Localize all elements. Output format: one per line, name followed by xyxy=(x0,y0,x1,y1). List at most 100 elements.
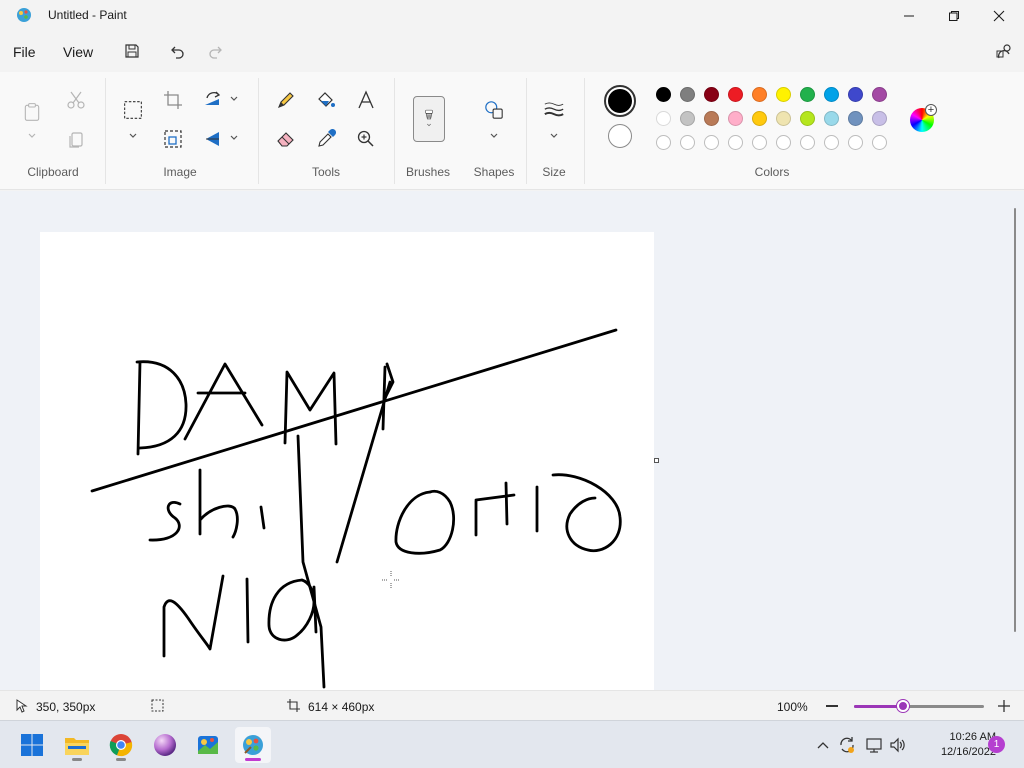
color-swatch[interactable] xyxy=(800,111,815,126)
brushes-button[interactable] xyxy=(413,96,445,142)
status-bar: 350, 350px 614 × 460px 100% xyxy=(0,690,1024,720)
redo-button[interactable] xyxy=(205,40,227,62)
color-swatch[interactable] xyxy=(776,87,791,102)
title-bar: Untitled - Paint xyxy=(0,0,1024,32)
text-button[interactable] xyxy=(354,88,378,112)
color-picker-button[interactable] xyxy=(314,127,338,151)
sync-tray-button[interactable] xyxy=(838,736,856,754)
custom-color-slot[interactable] xyxy=(728,135,743,150)
size-chevron-down-icon[interactable] xyxy=(549,132,559,140)
color-swatch[interactable] xyxy=(848,87,863,102)
volume-tray-button[interactable] xyxy=(889,736,907,754)
color-swatch[interactable] xyxy=(752,87,767,102)
color-swatch[interactable] xyxy=(680,111,695,126)
custom-color-slot[interactable] xyxy=(824,135,839,150)
resize-button[interactable] xyxy=(161,127,185,151)
view-menu[interactable]: View xyxy=(63,44,93,60)
zoom-percentage[interactable]: 100% xyxy=(777,700,808,714)
flip-chevron-down-icon[interactable] xyxy=(229,134,239,142)
close-button[interactable] xyxy=(976,0,1022,32)
show-hidden-icons-button[interactable] xyxy=(814,736,832,754)
color-swatch[interactable] xyxy=(656,111,671,126)
shapes-chevron-down-icon[interactable] xyxy=(489,132,499,140)
taskbar-paint[interactable] xyxy=(235,727,271,763)
color-swatch[interactable] xyxy=(824,111,839,126)
color-swatch[interactable] xyxy=(656,87,671,102)
rotate-button[interactable] xyxy=(201,88,225,112)
zoom-slider[interactable] xyxy=(854,700,984,712)
color-swatch[interactable] xyxy=(728,87,743,102)
crop-button[interactable] xyxy=(161,88,185,112)
chevron-up-icon xyxy=(817,742,829,749)
notification-badge[interactable]: 1 xyxy=(988,736,1005,753)
share-button[interactable] xyxy=(993,40,1015,62)
eraser-button[interactable] xyxy=(274,127,298,151)
custom-color-slot[interactable] xyxy=(680,135,695,150)
primary-color-swatch xyxy=(608,89,632,113)
color-swatch[interactable] xyxy=(776,111,791,126)
network-tray-button[interactable] xyxy=(865,736,883,754)
color-swatch[interactable] xyxy=(752,111,767,126)
custom-color-slot[interactable] xyxy=(872,135,887,150)
cut-button[interactable] xyxy=(64,88,88,112)
taskbar-photos-app[interactable] xyxy=(190,727,226,763)
taskbar-chrome[interactable] xyxy=(103,727,139,763)
color-swatch[interactable] xyxy=(704,87,719,102)
maximize-button[interactable] xyxy=(931,0,977,32)
taskbar-orb-app[interactable] xyxy=(147,727,183,763)
file-menu[interactable]: File xyxy=(13,44,36,60)
zoom-in-button[interactable] xyxy=(997,699,1011,713)
minimize-button[interactable] xyxy=(886,0,932,32)
custom-color-slot[interactable] xyxy=(848,135,863,150)
undo-button[interactable] xyxy=(166,40,188,62)
custom-color-slot[interactable] xyxy=(752,135,767,150)
select-button[interactable] xyxy=(121,98,145,122)
pointer-icon xyxy=(16,699,28,713)
vertical-scrollbar[interactable] xyxy=(1014,208,1016,632)
pencil-icon xyxy=(278,92,294,108)
color-swatch[interactable] xyxy=(848,111,863,126)
custom-color-slot[interactable] xyxy=(704,135,719,150)
color-swatch[interactable] xyxy=(800,87,815,102)
stroke-letter-m xyxy=(283,370,338,446)
taskbar-file-explorer[interactable] xyxy=(59,727,95,763)
paste-chevron-down-icon[interactable] xyxy=(27,132,37,140)
shapes-button[interactable] xyxy=(482,98,506,122)
fill-button[interactable] xyxy=(314,88,338,112)
selection-size-icon xyxy=(151,699,164,712)
pencil-button[interactable] xyxy=(274,88,298,112)
paste-button[interactable] xyxy=(20,98,44,126)
canvas-workspace xyxy=(0,191,1024,690)
colors-group-label: Colors xyxy=(754,165,790,179)
ribbon-separator xyxy=(105,78,106,184)
save-button[interactable] xyxy=(121,40,143,62)
cursor-crosshair-icon xyxy=(382,571,400,589)
magnifier-button[interactable] xyxy=(354,127,378,151)
brush-icon xyxy=(425,109,433,127)
color-swatch[interactable] xyxy=(824,87,839,102)
flip-button[interactable] xyxy=(201,127,225,151)
color-swatch[interactable] xyxy=(680,87,695,102)
size-button[interactable] xyxy=(542,98,566,122)
cursor-position: 350, 350px xyxy=(36,700,96,714)
rotate-chevron-down-icon[interactable] xyxy=(229,95,239,103)
color-swatch[interactable] xyxy=(872,87,887,102)
select-chevron-down-icon[interactable] xyxy=(128,132,138,140)
custom-color-slot[interactable] xyxy=(776,135,791,150)
color-swatch[interactable] xyxy=(872,111,887,126)
canvas-resize-handle[interactable] xyxy=(654,458,659,463)
secondary-color-selector[interactable] xyxy=(608,124,632,148)
zoom-slider-thumb[interactable] xyxy=(897,700,910,712)
color-swatch[interactable] xyxy=(728,111,743,126)
copy-button[interactable] xyxy=(64,127,88,151)
edit-colors-button[interactable]: + xyxy=(910,104,937,132)
drawing-canvas[interactable] xyxy=(40,232,654,690)
zoom-out-button[interactable] xyxy=(826,705,838,707)
running-indicator xyxy=(116,758,126,761)
primary-color-selector[interactable] xyxy=(604,85,636,117)
custom-color-slot[interactable] xyxy=(656,135,671,150)
start-button[interactable] xyxy=(14,727,50,763)
ribbon-separator xyxy=(258,78,259,184)
custom-color-slot[interactable] xyxy=(800,135,815,150)
color-swatch[interactable] xyxy=(704,111,719,126)
